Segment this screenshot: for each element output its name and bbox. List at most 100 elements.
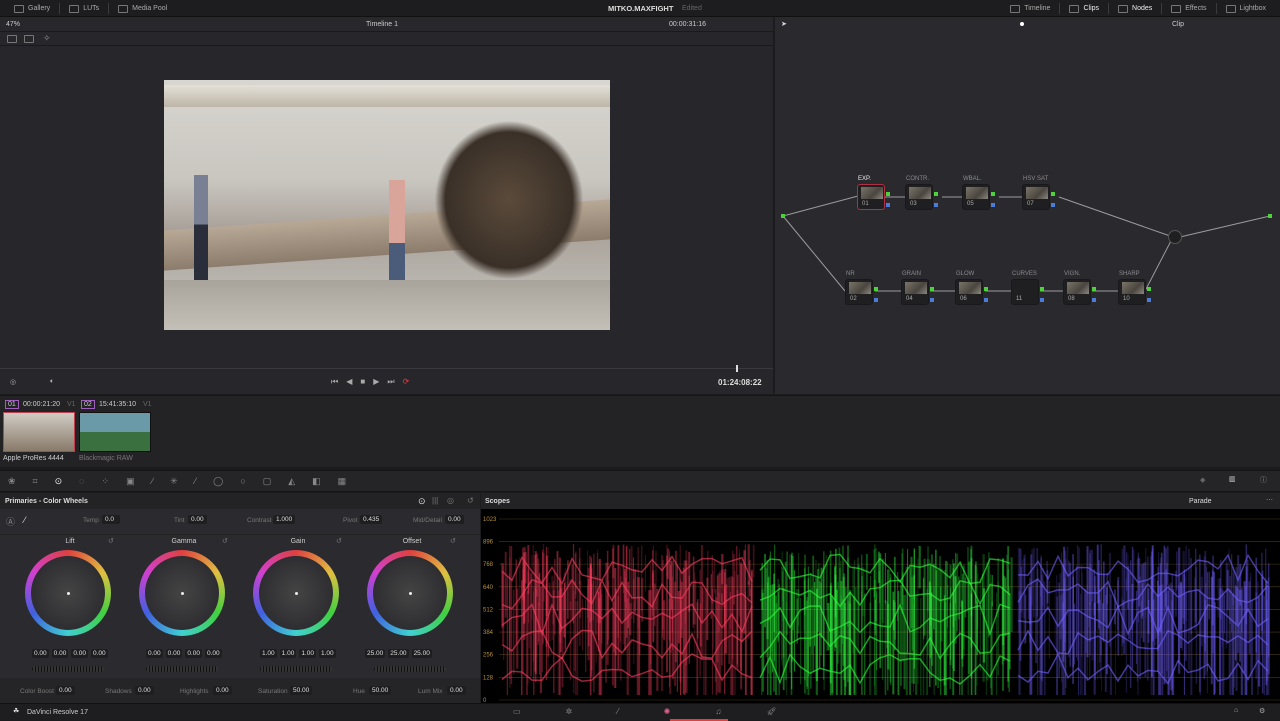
fairlight-page-icon[interactable]: ♫ — [715, 707, 721, 716]
master-wheel[interactable] — [374, 666, 446, 672]
stop-icon[interactable]: ■ — [360, 377, 365, 387]
media-page-icon[interactable]: ▭ — [513, 707, 521, 716]
rgb-output[interactable] — [1040, 287, 1044, 291]
node-curves[interactable]: CURVES 11 — [1011, 271, 1044, 305]
wheel-value-field[interactable]: 0.00 — [90, 649, 108, 658]
node-editor[interactable]: EXP. 01 CONTR. 03 WBAL. 05 HSV SAT 07 NR 02 GRAIN 0… — [775, 17, 1280, 394]
colorboost-field[interactable]: 0.00 — [56, 686, 75, 695]
topbar-luts-button[interactable]: LUTs — [65, 4, 103, 13]
topbar-clips-button[interactable]: Clips — [1065, 4, 1103, 13]
rgb-output[interactable] — [886, 192, 890, 196]
highlights-field[interactable]: 0.00 — [213, 686, 232, 695]
node-exp[interactable]: EXP. 01 — [857, 176, 890, 210]
motion-effects-icon[interactable]: ⁘ — [102, 476, 110, 487]
play-icon[interactable]: ▶ — [373, 377, 379, 387]
node-wbal[interactable]: WBAL. 05 — [962, 176, 995, 210]
node-sharp[interactable]: SHARP 10 — [1118, 271, 1151, 305]
audio-icon[interactable]: 🔈︎ — [50, 378, 54, 386]
rgb-output[interactable] — [1092, 287, 1096, 291]
wheel-puck[interactable] — [409, 592, 412, 595]
wheel-value-field[interactable]: 0.00 — [71, 649, 88, 658]
log-mode-icon[interactable]: ◎ — [447, 496, 454, 505]
topbar-effects-button[interactable]: Effects — [1167, 4, 1210, 13]
node-hsvsat[interactable]: HSV SAT 07 — [1022, 176, 1055, 210]
wheel-value-field[interactable]: 1.00 — [299, 649, 316, 658]
color-page-icon[interactable]: ✺ — [664, 707, 671, 716]
zoom-dropdown[interactable]: 47% — [6, 21, 20, 28]
color-wheel-offset[interactable] — [367, 550, 453, 636]
keyframe-icon[interactable]: ◆ — [1200, 476, 1205, 484]
node-mode-dropdown[interactable]: Clip — [1172, 21, 1184, 28]
timecode-display[interactable]: 00:00:31:16 — [669, 21, 706, 28]
color-match-icon[interactable]: ⌗ — [33, 476, 38, 487]
saturation-field[interactable]: 50.00 — [290, 686, 313, 695]
sizing-icon[interactable]: ◧ — [312, 476, 321, 487]
color-wheel-lift[interactable] — [25, 550, 111, 636]
wheel-value-field[interactable]: 25.00 — [365, 649, 386, 658]
wheel-reset-icon[interactable]: ↺ — [222, 537, 228, 545]
node-vign[interactable]: VIGN. 08 — [1063, 271, 1096, 305]
key-output[interactable] — [984, 298, 988, 302]
node-nr[interactable]: NR 02 — [845, 271, 878, 305]
rgb-output[interactable] — [1051, 192, 1055, 196]
topbar-lightbox-button[interactable]: Lightbox — [1222, 4, 1270, 13]
qualifier-icon[interactable]: ✳ — [170, 476, 178, 487]
home-icon[interactable]: ⌂ — [1234, 707, 1238, 714]
wheel-value-field[interactable]: 25.00 — [388, 649, 409, 658]
picker-icon[interactable]: ⁄ — [24, 515, 26, 525]
wheel-value-field[interactable]: 0.00 — [51, 649, 69, 658]
wheel-value-field[interactable]: 25.00 — [411, 649, 432, 658]
rgb-output[interactable] — [930, 287, 934, 291]
pivot-field[interactable]: 0.435 — [360, 515, 383, 524]
pointer-icon[interactable]: ➤ — [781, 20, 787, 28]
scopes-toggle-icon[interactable]: ▥ — [1229, 475, 1236, 483]
rgb-output[interactable] — [991, 192, 995, 196]
topbar-nodes-button[interactable]: Nodes — [1114, 4, 1156, 13]
wheel-value-field[interactable]: 0.00 — [146, 649, 163, 658]
topbar-gallery-button[interactable]: Gallery — [10, 4, 54, 13]
wheel-puck[interactable] — [67, 592, 70, 595]
wheel-value-field[interactable]: 0.00 — [185, 649, 202, 658]
contrast-field[interactable]: 1.000 — [273, 515, 296, 524]
skip-to-start-icon[interactable]: ⏮ — [331, 377, 338, 387]
hue-field[interactable]: 50.00 — [369, 686, 392, 695]
wheel-puck[interactable] — [181, 592, 184, 595]
fusion-page-icon[interactable]: ✲ — [566, 707, 573, 716]
warper-icon[interactable]: ∕ — [152, 476, 154, 487]
wheel-value-field[interactable]: 0.00 — [32, 649, 49, 658]
viewer-mode-icon[interactable]: ◎ — [10, 378, 16, 386]
blur-icon[interactable]: ▢ — [263, 476, 272, 487]
rgb-output[interactable] — [1147, 287, 1151, 291]
wheel-puck[interactable] — [295, 592, 298, 595]
grid-icon[interactable] — [24, 35, 34, 43]
cut-edit-page-icon[interactable]: ⁄ — [617, 707, 618, 716]
rgb-output[interactable] — [874, 287, 878, 291]
parallel-mixer-node[interactable] — [1168, 230, 1182, 244]
wheel-value-field[interactable]: 1.00 — [260, 649, 277, 658]
color-wheel-gain[interactable] — [253, 550, 339, 636]
wheel-reset-icon[interactable]: ↺ — [336, 537, 342, 545]
key-output[interactable] — [1147, 298, 1151, 302]
middetail-field[interactable]: 0.00 — [445, 515, 464, 524]
camera-raw-icon[interactable]: ❀ — [8, 476, 16, 487]
info-icon[interactable]: ⓘ — [1260, 475, 1267, 485]
scrubber-track[interactable] — [0, 368, 773, 369]
magic-mask-icon[interactable]: ○ — [240, 476, 245, 487]
playhead[interactable] — [736, 365, 738, 372]
magic-wand-icon[interactable]: ✧ — [43, 33, 51, 44]
node-grain[interactable]: GRAIN 04 — [901, 271, 934, 305]
settings-icon[interactable]: ⚙ — [1259, 707, 1265, 715]
master-wheel[interactable] — [260, 666, 332, 672]
node-glow[interactable]: GLOW 06 — [955, 271, 988, 305]
page-indicator[interactable] — [1020, 22, 1024, 26]
topbar-timeline-button[interactable]: Timeline — [1006, 4, 1054, 13]
key-output[interactable] — [991, 203, 995, 207]
split-view-icon[interactable] — [7, 35, 17, 43]
key-output[interactable] — [930, 298, 934, 302]
shadows-field[interactable]: 0.00 — [135, 686, 154, 695]
key-output[interactable] — [874, 298, 878, 302]
topbar-media-pool-button[interactable]: Media Pool — [114, 4, 171, 13]
rgb-output[interactable] — [984, 287, 988, 291]
power-window-icon[interactable]: ⁄ — [195, 476, 197, 487]
deliver-page-icon[interactable]: 🚀︎ — [766, 707, 776, 716]
